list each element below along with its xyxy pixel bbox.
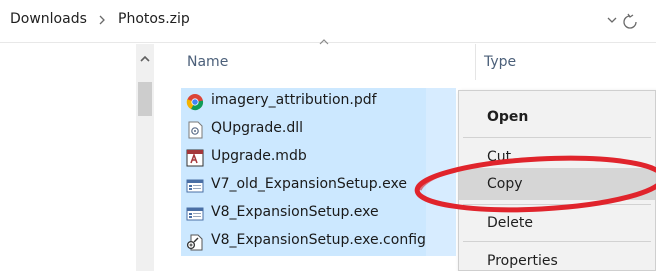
file-row[interactable]: QUpgrade.dll [181, 116, 456, 144]
file-name: QUpgrade.dll [211, 120, 303, 136]
menu-item-label: Properties [487, 253, 558, 269]
menu-item-label: Open [487, 109, 529, 125]
row-fill [426, 88, 456, 116]
menu-item-copy[interactable]: Copy [459, 168, 655, 200]
file-name: V7_old_ExpansionSetup.exe [211, 176, 407, 192]
explorer-window: Downloads Photos.zip Name Type imagery_a… [0, 0, 656, 271]
context-menu: Open Cut Copy Delete Properties [458, 90, 656, 271]
chrome-pdf-icon [186, 94, 204, 111]
vertical-scrollbar[interactable] [136, 44, 154, 271]
row-fill [426, 200, 456, 228]
file-name: V8_ExpansionSetup.exe.config [211, 232, 426, 248]
refresh-icon [623, 13, 637, 29]
menu-item-label: Cut [487, 149, 512, 165]
column-divider[interactable] [475, 44, 476, 80]
file-name: Upgrade.mdb [211, 148, 307, 164]
menu-item-label: Delete [487, 215, 533, 231]
menu-item-properties[interactable]: Properties [459, 245, 655, 271]
menu-separator [463, 137, 651, 138]
menu-item-open[interactable]: Open [459, 101, 655, 133]
scroll-up-icon[interactable] [136, 52, 154, 66]
menu-separator [463, 204, 651, 205]
row-fill [426, 116, 456, 144]
menu-item-label: Copy [487, 176, 523, 192]
column-header-name[interactable]: Name [187, 54, 228, 70]
file-row[interactable]: imagery_attribution.pdf [181, 88, 456, 116]
file-row[interactable]: V8_ExpansionSetup.exe [181, 200, 456, 228]
dll-file-icon [188, 121, 203, 139]
sort-up-icon [319, 39, 329, 45]
chevron-down-icon [607, 17, 617, 23]
breadcrumb-downloads[interactable]: Downloads [10, 11, 87, 27]
row-fill [426, 228, 456, 256]
exe-file-icon [186, 179, 204, 193]
row-fill [426, 144, 456, 172]
breadcrumb-photos-zip[interactable]: Photos.zip [118, 11, 190, 27]
address-bar[interactable]: Downloads Photos.zip [0, 0, 656, 43]
chevron-right-icon [99, 15, 105, 25]
file-row[interactable]: V8_ExpansionSetup.exe.config [181, 228, 456, 256]
menu-separator [463, 241, 651, 242]
config-file-icon [186, 234, 203, 251]
file-name: imagery_attribution.pdf [211, 92, 377, 108]
access-db-icon [186, 149, 204, 167]
scroll-thumb[interactable] [138, 82, 152, 116]
file-name: V8_ExpansionSetup.exe [211, 204, 379, 220]
column-header-type[interactable]: Type [484, 54, 516, 70]
exe-file-icon [186, 207, 204, 221]
menu-item-delete[interactable]: Delete [459, 207, 655, 239]
file-row[interactable]: V7_old_ExpansionSetup.exe [181, 172, 456, 200]
row-fill [426, 172, 456, 200]
file-row[interactable]: Upgrade.mdb [181, 144, 456, 172]
address-controls[interactable] [606, 12, 642, 30]
